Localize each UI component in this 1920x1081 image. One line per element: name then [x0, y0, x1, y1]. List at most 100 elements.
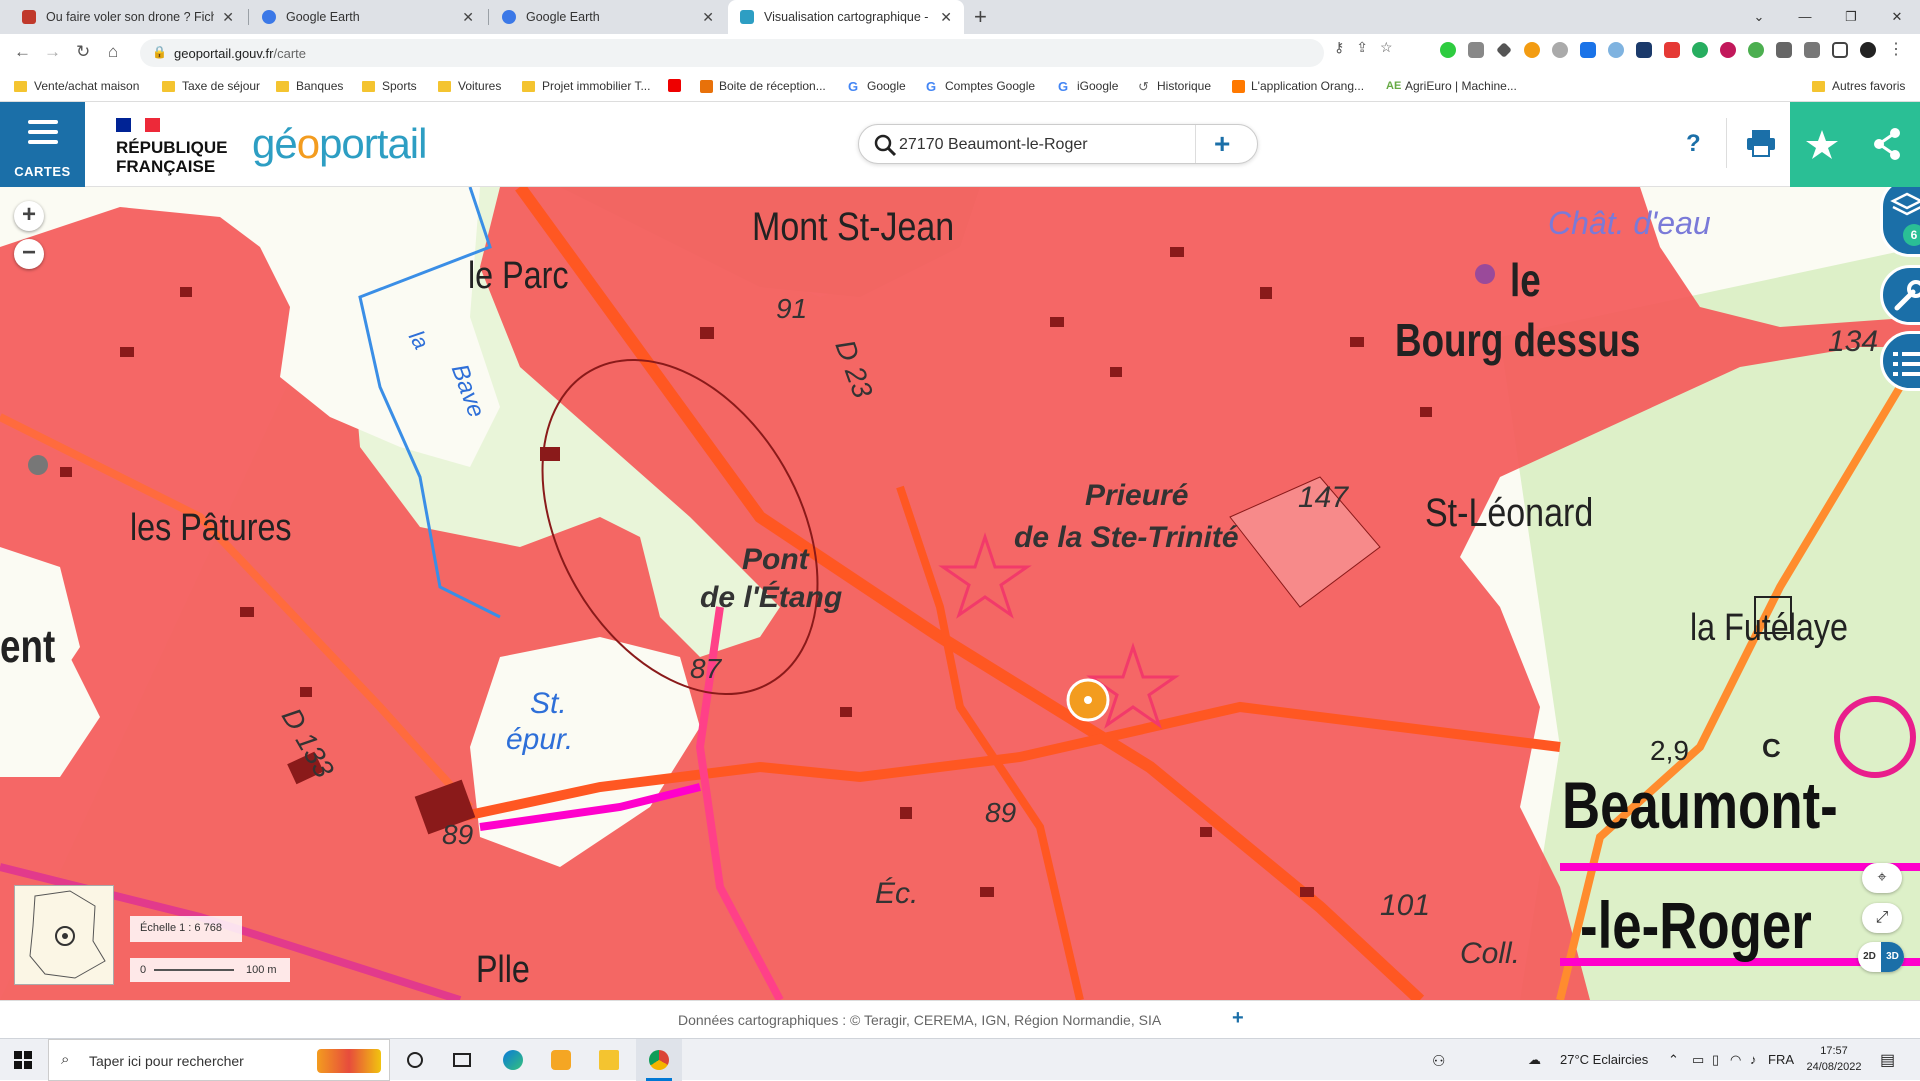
bookmark-item[interactable]: Vente/achat maison — [14, 79, 139, 93]
close-tab-icon[interactable]: ✕ — [222, 9, 234, 26]
notifications-icon[interactable]: ▤ — [1880, 1050, 1895, 1070]
bookmark-item[interactable]: L'application Orang... — [1232, 79, 1364, 93]
zoom-out-button[interactable]: − — [14, 239, 44, 269]
weather-icon[interactable]: ☁ — [1528, 1052, 1541, 1068]
cartes-menu-button[interactable]: CARTES — [0, 102, 85, 187]
scale-start: 0 — [140, 964, 147, 976]
address-bar[interactable]: 🔒 geoportail.gouv.fr/carte — [140, 39, 1324, 67]
reload-icon[interactable]: ↻ — [76, 42, 90, 62]
attribution-more-button[interactable]: + — [1232, 1007, 1244, 1030]
taskbar-edge[interactable] — [490, 1039, 536, 1081]
folder-icon — [599, 1050, 619, 1070]
share-page-icon[interactable]: ⇪ — [1356, 39, 1368, 56]
republique-francaise-logo[interactable]: RÉPUBLIQUE FRANÇAISE — [116, 118, 227, 176]
forward-icon[interactable]: → — [44, 42, 61, 62]
attribution-text: Données cartographiques : © Teragir, CER… — [678, 1012, 1162, 1028]
volume-icon[interactable]: ♪ — [1750, 1052, 1757, 1067]
fullscreen-button[interactable]: ⤢ — [1862, 903, 1902, 933]
zoom-in-button[interactable]: + — [14, 201, 44, 231]
extension-icon[interactable] — [1748, 42, 1764, 58]
bookmark-item[interactable]: Projet immobilier T... — [522, 79, 650, 93]
weather-text[interactable]: 27°C Eclaircies — [1560, 1052, 1648, 1067]
map-label: le Parc — [468, 255, 569, 297]
bookmark-item[interactable]: G Google — [848, 79, 906, 93]
print-icon[interactable] — [1745, 128, 1777, 158]
taskbar-explorer[interactable] — [586, 1039, 632, 1081]
bookmark-star-icon[interactable]: ☆ — [1380, 39, 1393, 56]
search-field[interactable]: 27170 Beaumont-le-Roger + — [858, 124, 1258, 164]
tab-google-earth-2[interactable]: Google Earth ✕ — [490, 0, 726, 34]
task-view-button[interactable] — [440, 1039, 486, 1081]
extension-icon[interactable] — [1440, 42, 1456, 58]
tab-drone[interactable]: Ou faire voler son drone ? Fiche ✕ — [10, 0, 246, 34]
bookmark-item[interactable]: Taxe de séjour — [162, 79, 260, 93]
taskbar-app[interactable] — [538, 1039, 584, 1081]
wrench-icon — [1894, 280, 1920, 311]
extension-icon[interactable] — [1720, 42, 1736, 58]
extension-icon[interactable] — [1580, 42, 1596, 58]
close-tab-icon[interactable]: ✕ — [940, 9, 952, 26]
extension-icon[interactable] — [1524, 42, 1540, 58]
help-button[interactable]: ? — [1686, 130, 1701, 158]
extension-icon[interactable] — [1636, 42, 1652, 58]
2d-button[interactable]: 2D — [1858, 942, 1881, 972]
3d-button[interactable]: 3D — [1881, 942, 1904, 972]
windows-start-icon[interactable] — [14, 1051, 32, 1069]
tray-app-icon[interactable]: ▭ — [1692, 1052, 1704, 1068]
close-window-button[interactable]: ✕ — [1874, 0, 1920, 34]
reading-list-icon[interactable] — [1804, 42, 1820, 58]
people-icon[interactable]: ⚇ — [1432, 1052, 1445, 1070]
extension-icon[interactable] — [1608, 42, 1624, 58]
bookmark-item[interactable]: Banques — [276, 79, 343, 93]
geolocate-button[interactable]: ⌖ — [1862, 863, 1902, 893]
tray-battery-icon[interactable]: ▯ — [1712, 1052, 1719, 1068]
system-clock[interactable]: 17:57 24/08/2022 — [1796, 1043, 1872, 1075]
bookmark-label: L'application Orang... — [1251, 79, 1365, 93]
tray-overflow-icon[interactable]: ⌃ — [1668, 1052, 1679, 1068]
minimize-button[interactable]: — — [1782, 0, 1828, 34]
language-indicator[interactable]: FRA — [1768, 1052, 1794, 1067]
bookmark-item[interactable]: Boite de réception... — [700, 79, 826, 93]
home-icon[interactable]: ⌂ — [108, 42, 118, 62]
new-tab-button[interactable]: + — [974, 4, 987, 30]
wifi-icon[interactable]: ◠ — [1730, 1052, 1741, 1068]
bookmark-item[interactable] — [668, 79, 687, 92]
task-view-button[interactable] — [392, 1039, 438, 1081]
tab-geoportail[interactable]: Visualisation cartographique - G ✕ — [728, 0, 964, 34]
bookmark-item[interactable]: AE AgriEuro | Machine... — [1386, 79, 1517, 93]
favorites-button[interactable] — [1790, 102, 1855, 187]
bookmark-item[interactable]: Voitures — [438, 79, 501, 93]
bookmark-item[interactable]: G Comptes Google — [926, 79, 1035, 93]
bookmark-item[interactable]: Sports — [362, 79, 417, 93]
tab-google-earth-1[interactable]: Google Earth ✕ — [250, 0, 486, 34]
search-highlight-icon — [317, 1049, 381, 1073]
advanced-search-plus-button[interactable]: + — [1214, 128, 1230, 160]
taskbar-chrome[interactable] — [636, 1039, 682, 1081]
close-tab-icon[interactable]: ✕ — [702, 9, 714, 26]
side-panel-icon[interactable] — [1832, 42, 1848, 58]
adblock-icon[interactable] — [1664, 42, 1680, 58]
extension-icon[interactable] — [1692, 42, 1708, 58]
extension-icon[interactable] — [1552, 42, 1568, 58]
map-canvas[interactable] — [0, 187, 1920, 1000]
taskbar-search-box[interactable]: ⌕ Taper ici pour rechercher — [48, 1039, 390, 1081]
overview-minimap[interactable] — [14, 885, 114, 985]
key-icon[interactable]: ⚷ — [1334, 39, 1344, 56]
map-view[interactable]: Mont St-Jean le Parc la Bave Chât. d'eau… — [0, 187, 1920, 1000]
close-tab-icon[interactable]: ✕ — [462, 9, 474, 26]
bookmark-item[interactable]: GiGoogle — [1058, 79, 1118, 93]
2d-3d-toggle[interactable]: 2D 3D — [1858, 942, 1904, 972]
share-button[interactable] — [1855, 102, 1920, 187]
geoportail-logo[interactable]: géoportail — [252, 120, 427, 168]
restore-button[interactable]: ❐ — [1828, 0, 1874, 34]
puzzle-extensions-icon[interactable] — [1776, 42, 1792, 58]
tab-search-icon[interactable]: ⌄ — [1736, 0, 1782, 34]
profile-avatar[interactable] — [1860, 42, 1876, 58]
back-icon[interactable]: ← — [14, 42, 31, 62]
menu-dots-icon[interactable]: ⋮ — [1888, 42, 1904, 58]
bookmark-item[interactable]: Autres favoris — [1812, 79, 1905, 93]
extension-icon[interactable] — [1496, 42, 1512, 58]
republique-line1: RÉPUBLIQUE — [116, 138, 228, 157]
extension-icon[interactable] — [1468, 42, 1484, 58]
bookmark-item[interactable]: ↺ Historique — [1138, 79, 1211, 93]
